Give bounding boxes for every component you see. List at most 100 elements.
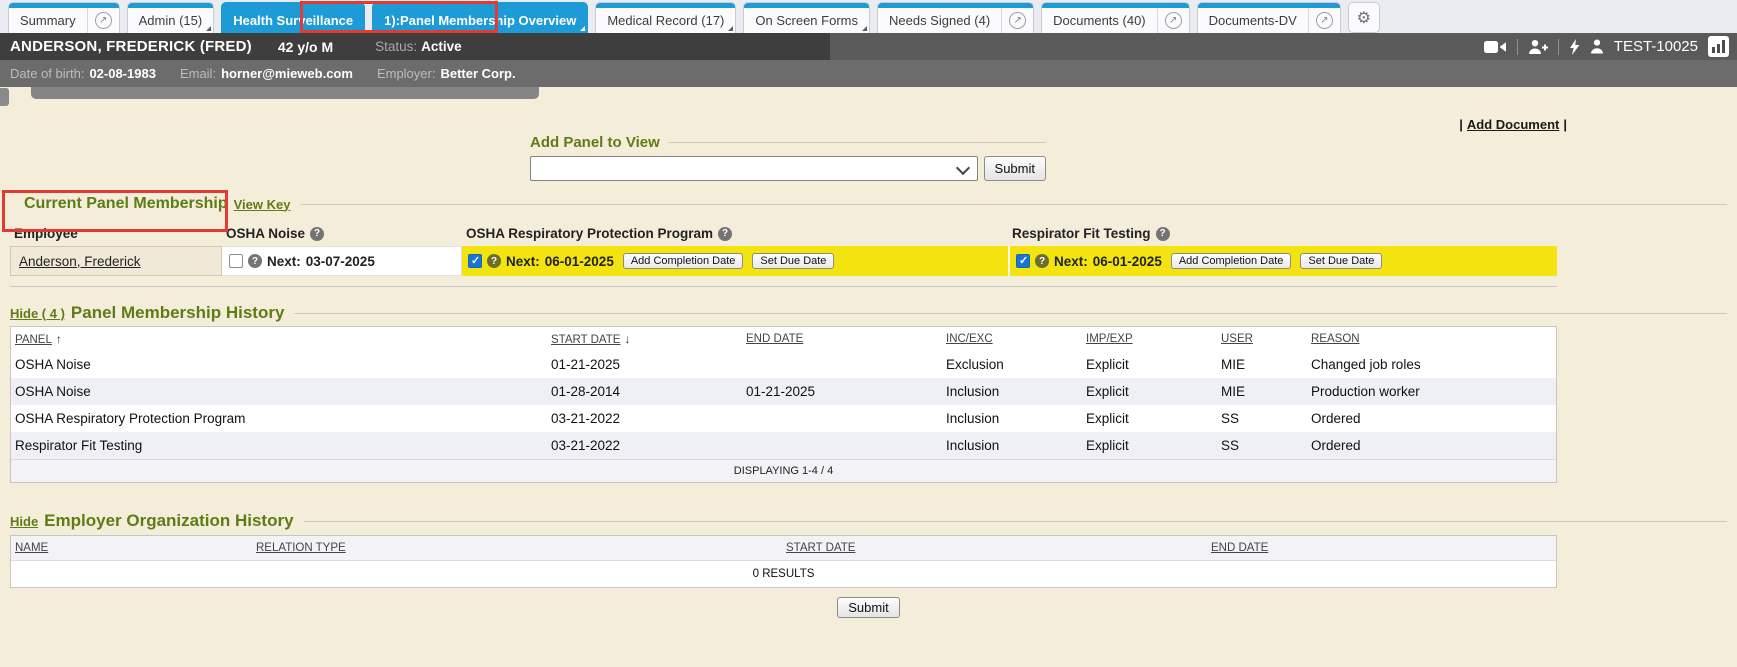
employer-history-table-header: NAME RELATION TYPE START DATE END DATE	[11, 536, 1556, 560]
add-panel-submit-button[interactable]: Submit	[984, 156, 1046, 181]
osha-noise-checkbox[interactable]	[229, 254, 243, 268]
column-osha-noise: OSHA Noise?	[222, 221, 462, 246]
membership-history-hide-link[interactable]: Hide ( 4 )	[10, 306, 65, 321]
tab-panel-membership-overview[interactable]: 1):Panel Membership Overview	[372, 2, 588, 33]
cell-panel: OSHA Noise	[11, 378, 547, 405]
tab-summary[interactable]: Summary ↗	[8, 2, 120, 33]
tab-documents[interactable]: Documents (40) ↗	[1041, 2, 1189, 33]
next-label: Next:	[1054, 254, 1088, 269]
sort-user[interactable]: USER	[1221, 333, 1253, 345]
cell-user: MIE	[1217, 378, 1307, 405]
help-icon[interactable]: ?	[1035, 254, 1049, 268]
help-icon[interactable]: ?	[310, 227, 324, 241]
patient-age-sex: 42 y/o M	[278, 39, 333, 55]
patient-header: ANDERSON, FREDERICK (FRED) 42 y/o M Stat…	[0, 33, 1737, 60]
help-icon[interactable]: ?	[487, 254, 501, 268]
add-document-link[interactable]: Add Document	[1467, 117, 1559, 132]
divider	[1517, 39, 1518, 55]
sort-inc-exc[interactable]: INC/EXC	[946, 333, 993, 345]
current-panel-row: Anderson, Frederick ? Next: 03-07-2025 ?…	[10, 246, 1557, 276]
view-key-link[interactable]: View Key	[234, 197, 291, 212]
add-person-icon[interactable]	[1528, 39, 1548, 55]
current-panel-header-row: Current Panel Membership View Key	[10, 195, 1727, 213]
add-document-row: |Add Document|	[0, 117, 1737, 132]
tab-documents-dv-popout[interactable]: ↗	[1308, 3, 1340, 33]
cell-start-date: 01-28-2014	[547, 378, 742, 405]
sort-imp-exp[interactable]: IMP/EXP	[1086, 333, 1133, 345]
open-new-window-icon: ↗	[95, 12, 112, 29]
help-icon[interactable]: ?	[718, 227, 732, 241]
next-date: 03-07-2025	[306, 254, 375, 269]
tab-needs-signed-label[interactable]: Needs Signed (4)	[878, 3, 1001, 33]
video-call-icon[interactable]	[1484, 40, 1507, 54]
next-label: Next:	[267, 254, 301, 269]
osha-respiratory-checkbox[interactable]	[468, 254, 482, 268]
tab-admin-label[interactable]: Admin (15)	[128, 3, 214, 33]
tab-health-surveillance[interactable]: Health Surveillance	[221, 2, 365, 33]
cell-reason: Changed job roles	[1307, 351, 1556, 378]
respirator-fit-cell: ? Next: 06-01-2025 Add Completion Date S…	[1008, 246, 1557, 276]
sort-reason[interactable]: REASON	[1311, 333, 1360, 345]
help-icon[interactable]: ?	[248, 254, 262, 268]
panel-select[interactable]	[530, 156, 978, 181]
sort-relation-type[interactable]: RELATION TYPE	[256, 542, 346, 554]
tab-summary-popout[interactable]: ↗	[87, 3, 119, 33]
tab-documents-popout[interactable]: ↗	[1157, 3, 1189, 33]
user-icon[interactable]	[1590, 39, 1604, 54]
sort-end-date[interactable]: END DATE	[1211, 542, 1268, 554]
tab-documents-dv[interactable]: Documents-DV ↗	[1197, 2, 1341, 33]
tab-panel-membership-overview-label[interactable]: 1):Panel Membership Overview	[373, 3, 587, 33]
add-completion-date-button[interactable]: Add Completion Date	[1171, 253, 1292, 269]
tab-admin[interactable]: Admin (15)	[127, 2, 215, 33]
quick-action-icon[interactable]	[1569, 39, 1580, 55]
sort-desc-icon[interactable]: ↓	[624, 332, 630, 346]
sort-start-date[interactable]: START DATE	[551, 334, 620, 346]
help-icon[interactable]: ?	[1156, 227, 1170, 241]
next-label: Next:	[506, 254, 540, 269]
set-due-date-button[interactable]: Set Due Date	[1300, 253, 1382, 269]
sort-start-date[interactable]: START DATE	[786, 542, 855, 554]
tab-medical-record[interactable]: Medical Record (17)	[595, 2, 736, 33]
flowsheet-chart-icon[interactable]	[1708, 36, 1729, 57]
column-respirator-fit: Respirator Fit Testing?	[1008, 221, 1557, 246]
sort-end-date[interactable]: END DATE	[746, 333, 803, 345]
employer-history-hide-link[interactable]: Hide	[10, 514, 38, 529]
email-value: horner@mieweb.com	[221, 66, 353, 81]
sort-asc-icon[interactable]: ↑	[56, 332, 62, 346]
cell-end-date	[742, 413, 942, 425]
cell-user: SS	[1217, 405, 1307, 432]
cell-inc-exc: Inclusion	[942, 378, 1082, 405]
side-panel-handle[interactable]	[0, 88, 9, 106]
tab-needs-signed-popout[interactable]: ↗	[1001, 3, 1033, 33]
cell-end-date	[742, 440, 942, 452]
tab-documents-dv-label[interactable]: Documents-DV	[1198, 3, 1308, 33]
tab-on-screen-forms[interactable]: On Screen Forms	[743, 2, 870, 33]
add-panel-legend: Add Panel to View	[530, 134, 660, 151]
set-due-date-button[interactable]: Set Due Date	[752, 253, 834, 269]
current-panel-table-bottom	[10, 276, 1557, 287]
cell-imp-exp: Explicit	[1082, 432, 1217, 459]
add-completion-date-button[interactable]: Add Completion Date	[623, 253, 744, 269]
employer-value: Better Corp.	[440, 66, 515, 81]
tab-summary-label[interactable]: Summary	[9, 3, 87, 33]
status-value: Active	[421, 39, 462, 54]
tab-on-screen-forms-label[interactable]: On Screen Forms	[744, 3, 869, 33]
bottom-submit-button[interactable]: Submit	[837, 597, 899, 618]
dob-value: 02-08-1983	[89, 66, 156, 81]
add-panel-fieldset: Add Panel to View Submit	[530, 134, 1046, 181]
tab-medical-record-label[interactable]: Medical Record (17)	[596, 3, 735, 33]
employer-history-table: NAME RELATION TYPE START DATE END DATE 0…	[10, 535, 1557, 588]
respirator-fit-checkbox[interactable]	[1016, 254, 1030, 268]
tab-health-surveillance-label[interactable]: Health Surveillance	[222, 3, 364, 33]
table-row: Respirator Fit Testing 03-21-2022 Inclus…	[11, 432, 1556, 459]
cell-inc-exc: Inclusion	[942, 432, 1082, 459]
employee-link[interactable]: Anderson, Frederick	[19, 254, 141, 269]
sort-name[interactable]: NAME	[15, 542, 48, 554]
fieldset-line	[294, 313, 1727, 314]
tab-settings[interactable]: ⚙	[1348, 2, 1380, 33]
tab-documents-label[interactable]: Documents (40)	[1042, 3, 1156, 33]
open-new-window-icon: ↗	[1165, 12, 1182, 29]
tab-needs-signed[interactable]: Needs Signed (4) ↗	[877, 2, 1034, 33]
table-row: OSHA Respiratory Protection Program 03-2…	[11, 405, 1556, 432]
sort-panel[interactable]: PANEL	[15, 334, 52, 346]
